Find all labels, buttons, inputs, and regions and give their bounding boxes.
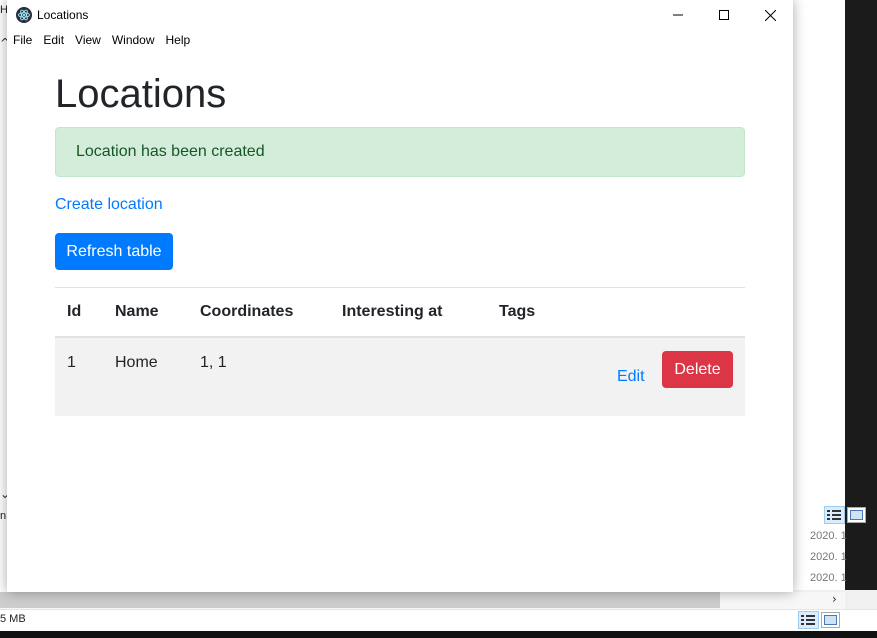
- refresh-table-button[interactable]: Refresh table: [55, 233, 173, 270]
- large-icons-view-icon[interactable]: [821, 612, 840, 628]
- background-date-cell: 2020. 1: [810, 551, 847, 563]
- background-date-cell: 2020. 1: [810, 572, 847, 584]
- column-header-interesting-at: Interesting at: [330, 287, 487, 338]
- column-header-tags: Tags: [487, 287, 571, 338]
- locations-table: Id Name Coordinates Interesting at Tags …: [55, 287, 745, 416]
- cell-name: Home: [103, 337, 188, 416]
- cell-coordinates: 1, 1: [188, 337, 330, 416]
- background-date-cell: 2020. 1: [810, 530, 847, 542]
- column-header-actions: [571, 287, 745, 338]
- page-title: Locations: [55, 72, 227, 116]
- table-header-row: Id Name Coordinates Interesting at Tags: [55, 287, 745, 338]
- electron-app-icon: [16, 7, 32, 23]
- menu-edit[interactable]: Edit: [37, 30, 69, 52]
- menu-view[interactable]: View: [69, 30, 106, 52]
- edit-link[interactable]: Edit: [617, 368, 645, 385]
- window-title: Locations: [37, 8, 89, 22]
- cell-interesting-at: [330, 337, 487, 416]
- status-size-text: 5 MB: [0, 613, 26, 625]
- table-row: 1 Home 1, 1 Edit Delete: [55, 337, 745, 416]
- menu-bar: File Edit View Window Help: [7, 30, 195, 52]
- create-location-link[interactable]: Create location: [55, 196, 163, 214]
- desktop-edge: [845, 0, 877, 590]
- background-text-fragment: n: [0, 510, 7, 522]
- chevron-right-icon[interactable]: ›: [832, 592, 837, 606]
- close-button[interactable]: [747, 0, 793, 30]
- cell-id: 1: [55, 337, 103, 416]
- menu-file[interactable]: File: [7, 30, 37, 52]
- details-view-icon[interactable]: [798, 611, 819, 629]
- column-header-name: Name: [103, 287, 188, 338]
- cell-actions: Edit Delete: [571, 337, 745, 416]
- column-header-coordinates: Coordinates: [188, 287, 330, 338]
- delete-button[interactable]: Delete: [662, 351, 733, 388]
- column-header-id: Id: [55, 287, 103, 338]
- large-icons-view-icon[interactable]: [847, 507, 866, 523]
- maximize-button[interactable]: [701, 0, 747, 30]
- menu-window[interactable]: Window: [106, 30, 160, 52]
- details-view-icon[interactable]: [824, 506, 845, 524]
- close-icon: [764, 9, 776, 21]
- minimize-icon: [673, 14, 683, 16]
- taskbar-edge: [0, 631, 877, 638]
- title-bar[interactable]: Locations: [7, 0, 793, 30]
- scrollbar-thumb[interactable]: [0, 592, 720, 608]
- locations-window: Locations File Edit View Window Help Loc…: [7, 0, 793, 592]
- alert-message: Location has been created: [76, 143, 265, 160]
- background-status-bar: [0, 609, 877, 632]
- maximize-icon: [719, 10, 729, 20]
- background-window-right: [793, 0, 845, 528]
- minimize-button[interactable]: [655, 0, 701, 30]
- success-alert: Location has been created: [55, 127, 745, 177]
- cell-tags: [487, 337, 571, 416]
- menu-help[interactable]: Help: [160, 30, 196, 52]
